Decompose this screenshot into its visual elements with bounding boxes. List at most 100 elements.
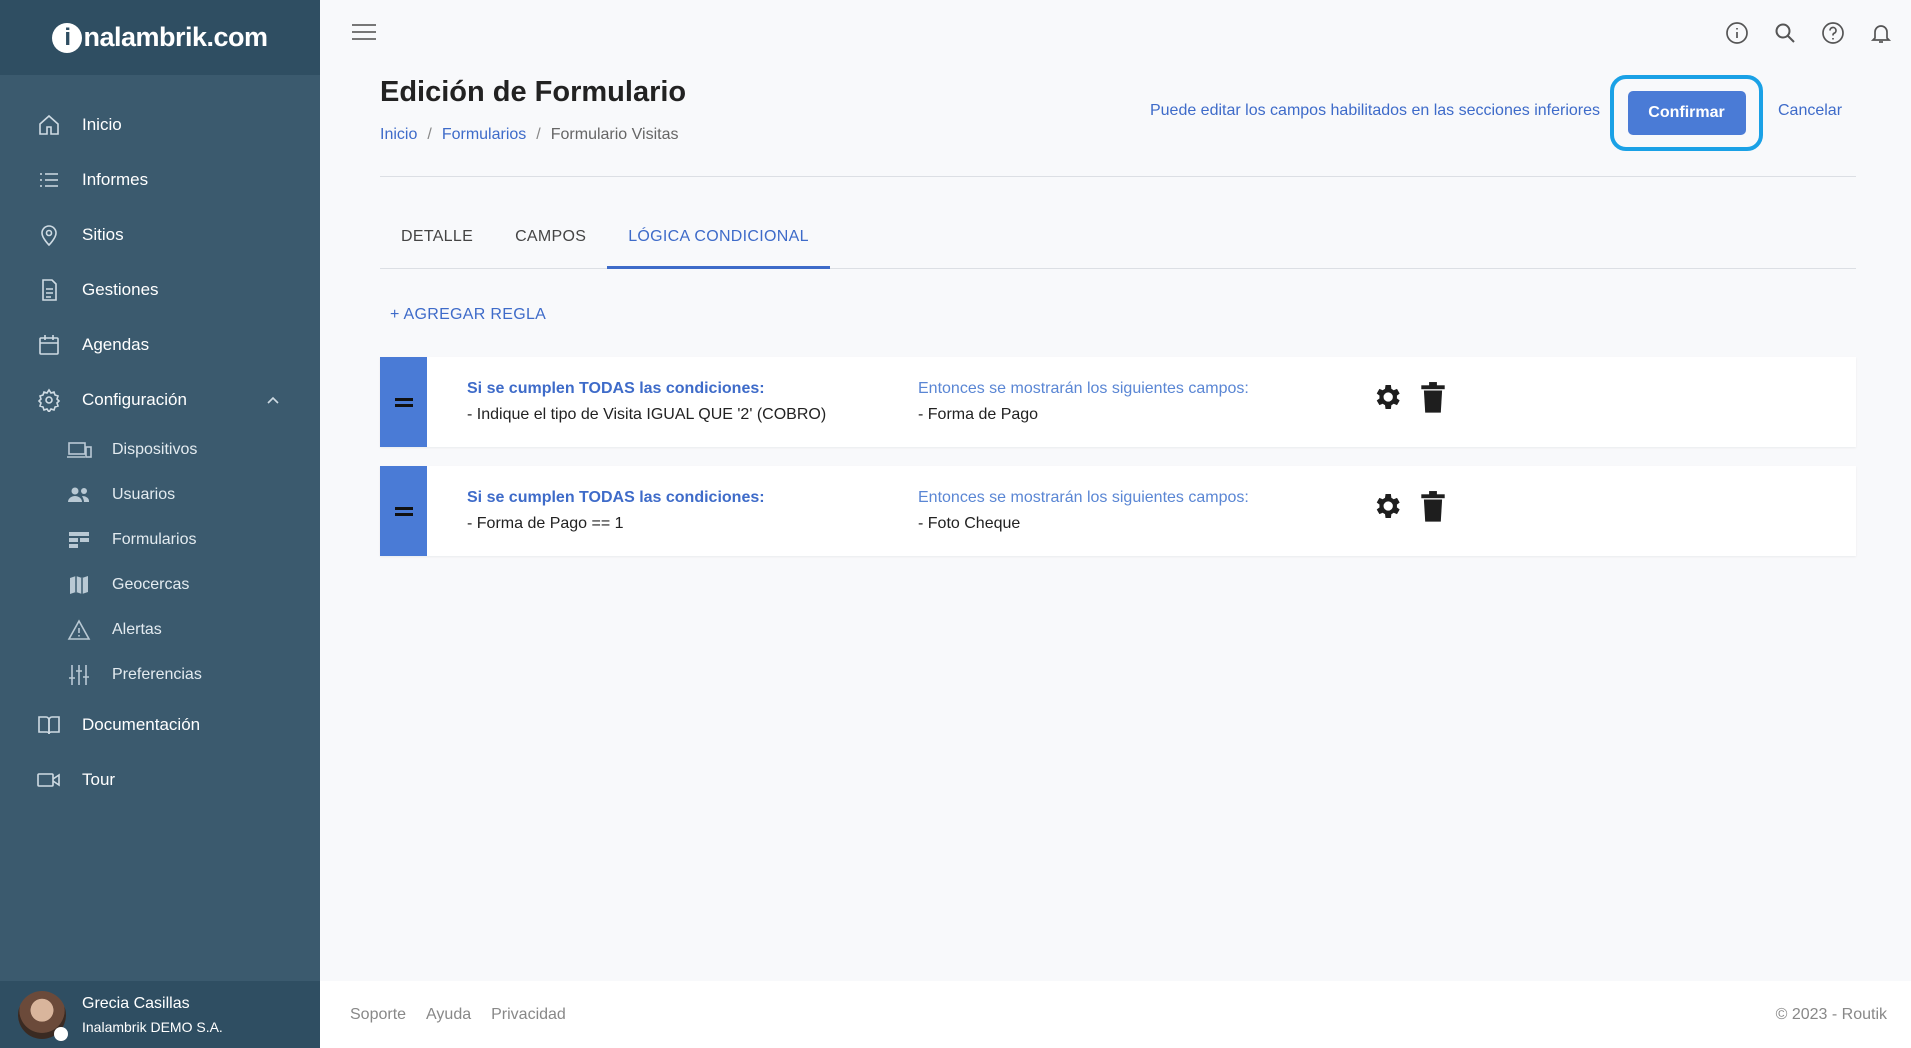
sliders-icon: [66, 663, 92, 687]
footer: Soporte Ayuda Privacidad © 2023 - Routik: [320, 981, 1911, 1048]
users-icon: [66, 483, 92, 507]
sidebar-item-configuracion[interactable]: Configuración: [0, 372, 320, 427]
menu-toggle-icon[interactable]: [352, 24, 376, 44]
sidebar-item-label: Configuración: [82, 389, 187, 409]
drag-handle-icon[interactable]: [380, 357, 427, 447]
rule-actions: [1371, 490, 1449, 522]
tab-detalle[interactable]: DETALLE: [380, 218, 494, 269]
sidebar-nav: Inicio Informes Sitios Gestiones Agendas: [0, 75, 320, 807]
sidebar-item-documentacion[interactable]: Documentación: [0, 697, 320, 752]
sidebar-item-label: Agendas: [82, 334, 150, 354]
list-icon: [36, 167, 62, 193]
sidebar-subitem-formularios[interactable]: Formularios: [0, 517, 320, 562]
calendar-icon: [36, 332, 62, 358]
warning-icon: [66, 618, 92, 642]
trash-icon[interactable]: [1417, 381, 1449, 413]
home-icon: [36, 112, 62, 138]
add-rule-button[interactable]: + AGREGAR REGLA: [390, 306, 546, 324]
sidebar-item-informes[interactable]: Informes: [0, 152, 320, 207]
logo-bar: i nalambrik.com: [0, 0, 320, 75]
rule-conditions: Si se cumplen TODAS las condiciones: - I…: [467, 380, 826, 424]
sidebar-item-label: Sitios: [82, 224, 124, 244]
sidebar-item-label: Gestiones: [82, 279, 159, 299]
sidebar-subitem-label: Alertas: [112, 620, 162, 638]
footer-link-ayuda[interactable]: Ayuda: [426, 1006, 471, 1024]
sidebar-item-label: Inicio: [82, 114, 122, 134]
user-profile[interactable]: Grecia Casillas Inalambrik DEMO S.A.: [0, 981, 320, 1048]
footer-link-privacidad[interactable]: Privacidad: [491, 1006, 566, 1024]
sidebar-subitem-geocercas[interactable]: Geocercas: [0, 562, 320, 607]
map-pin-icon: [36, 222, 62, 248]
help-icon[interactable]: [1821, 20, 1845, 46]
avatar: [18, 990, 68, 1041]
sidebar-subitem-label: Usuarios: [112, 485, 176, 503]
sidebar-item-tour[interactable]: Tour: [0, 752, 320, 807]
tab-logica-condicional[interactable]: LÓGICA CONDICIONAL: [607, 218, 830, 269]
sidebar-subitem-label: Geocercas: [112, 575, 190, 593]
breadcrumb: Inicio / Formularios / Formulario Visita…: [380, 126, 678, 144]
condition-text: - Indique el tipo de Visita IGUAL QUE '2…: [467, 406, 827, 423]
sidebar-item-agendas[interactable]: Agendas: [0, 317, 320, 372]
copyright: © 2023 - Routik: [1775, 1005, 1887, 1023]
condition-text: - Forma de Pago == 1: [467, 515, 624, 532]
confirm-button[interactable]: Confirmar: [1627, 91, 1746, 135]
edit-hint: Puede editar los campos habilitados en l…: [1149, 102, 1600, 119]
chevron-up-icon[interactable]: [266, 390, 280, 410]
breadcrumb-inicio[interactable]: Inicio: [380, 126, 417, 144]
result-header: Entonces se mostrarán los siguientes cam…: [918, 489, 1249, 506]
page-title: Edición de Formulario: [380, 76, 687, 108]
condition-header: Si se cumplen TODAS las condiciones:: [467, 380, 765, 397]
user-org: Inalambrik DEMO S.A.: [82, 1018, 223, 1035]
book-icon: [36, 712, 62, 738]
sidebar-item-sitios[interactable]: Sitios: [0, 207, 320, 262]
sidebar: i nalambrik.com Inicio Informes Sitios G…: [0, 0, 320, 1048]
sidebar-subitem-label: Preferencias: [112, 665, 202, 683]
top-toolbar: [1725, 20, 1893, 46]
brand-logo[interactable]: i nalambrik.com: [52, 22, 268, 53]
rule-results: Entonces se mostrarán los siguientes cam…: [918, 380, 1249, 424]
sidebar-subitem-preferencias[interactable]: Preferencias: [0, 652, 320, 697]
footer-link-soporte[interactable]: Soporte: [350, 1006, 406, 1024]
settings-gear-icon[interactable]: [1371, 381, 1403, 413]
sidebar-item-label: Informes: [82, 169, 149, 189]
user-info: Grecia Casillas Inalambrik DEMO S.A.: [82, 995, 223, 1035]
sidebar-subitem-alertas[interactable]: Alertas: [0, 607, 320, 652]
logo-text: nalambrik.com: [83, 22, 268, 52]
trash-icon[interactable]: [1417, 490, 1449, 522]
tab-bar: DETALLE CAMPOS LÓGICA CONDICIONAL: [380, 218, 1856, 269]
document-icon: [36, 277, 62, 303]
form-icon: [66, 528, 92, 552]
logo-mark: i: [52, 22, 83, 53]
result-header: Entonces se mostrarán los siguientes cam…: [918, 380, 1249, 397]
sidebar-subitem-label: Formularios: [112, 530, 197, 548]
rule-card: Si se cumplen TODAS las condiciones: - F…: [380, 466, 1856, 556]
breadcrumb-current: Formulario Visitas: [550, 126, 679, 143]
user-name: Grecia Casillas: [82, 994, 190, 1012]
sidebar-subitem-usuarios[interactable]: Usuarios: [0, 472, 320, 517]
rule-conditions: Si se cumplen TODAS las condiciones: - F…: [467, 489, 765, 533]
search-icon[interactable]: [1773, 20, 1797, 46]
status-dot: [54, 1026, 68, 1041]
settings-gear-icon[interactable]: [1371, 490, 1403, 522]
breadcrumb-separator: /: [536, 126, 541, 143]
tab-campos[interactable]: CAMPOS: [494, 218, 607, 269]
video-icon: [36, 767, 62, 793]
map-icon: [66, 573, 92, 597]
sidebar-item-inicio[interactable]: Inicio: [0, 97, 320, 152]
rule-card: Si se cumplen TODAS las condiciones: - I…: [380, 357, 1856, 447]
sidebar-item-gestiones[interactable]: Gestiones: [0, 262, 320, 317]
result-text: - Forma de Pago: [918, 406, 1039, 423]
gear-icon: [36, 387, 62, 413]
cancel-button[interactable]: Cancelar: [1778, 102, 1842, 120]
result-text: - Foto Cheque: [918, 515, 1021, 532]
header-divider: [380, 176, 1856, 177]
bell-icon[interactable]: [1869, 20, 1893, 46]
sidebar-subitem-dispositivos[interactable]: Dispositivos: [0, 427, 320, 472]
condition-header: Si se cumplen TODAS las condiciones:: [467, 489, 765, 506]
sidebar-subitem-label: Dispositivos: [112, 440, 198, 458]
rule-actions: [1371, 381, 1449, 413]
drag-handle-icon[interactable]: [380, 466, 427, 556]
devices-icon: [66, 438, 92, 462]
info-icon[interactable]: [1725, 20, 1749, 46]
breadcrumb-formularios[interactable]: Formularios: [442, 126, 526, 144]
